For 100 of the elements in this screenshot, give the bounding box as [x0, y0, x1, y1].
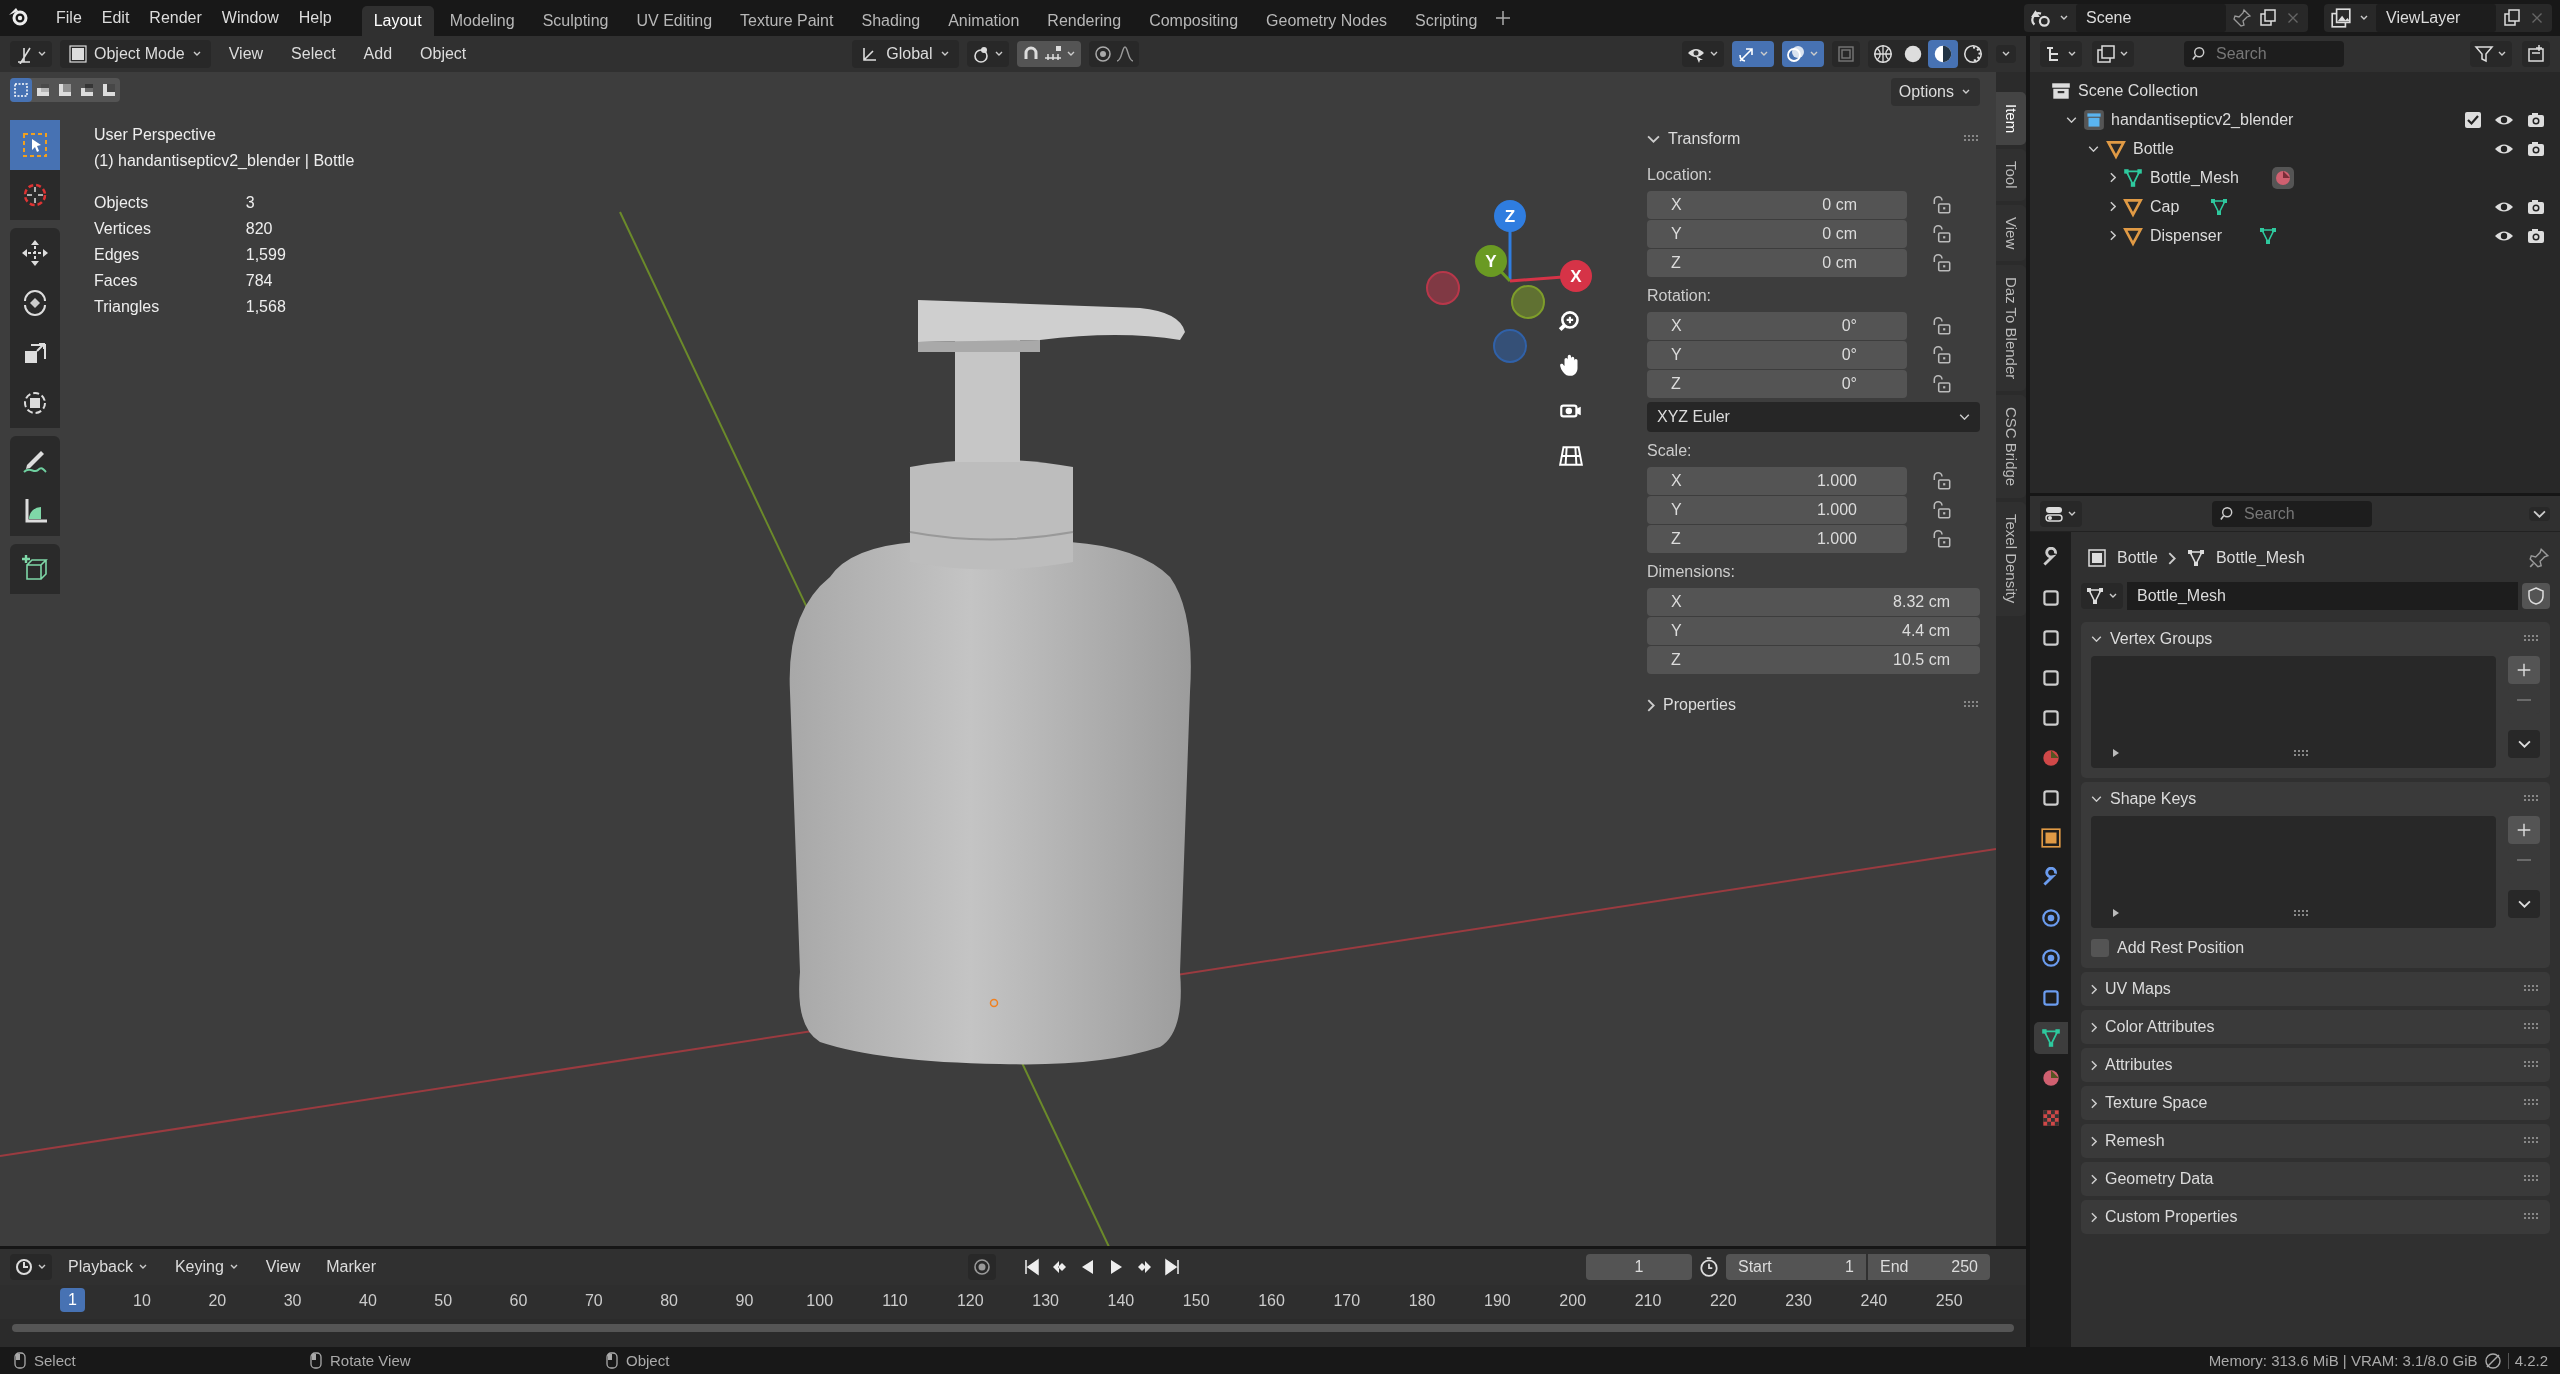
chevron-down-icon[interactable]	[2091, 636, 2102, 642]
playhead[interactable]: 1	[60, 1288, 85, 1312]
menu-item[interactable]: Window	[211, 5, 289, 31]
snap-button[interactable]	[1016, 41, 1081, 67]
tree-item-label[interactable]: handantisepticv2_blender	[2111, 110, 2294, 129]
sidebar-tab[interactable]: View	[1996, 204, 2026, 261]
rotation-mode-dropdown[interactable]: XYZ Euler	[1647, 402, 1980, 432]
axis-handle[interactable]	[1494, 200, 1526, 232]
editor-type-button[interactable]	[2040, 500, 2082, 527]
data-block-browser-button[interactable]	[2081, 583, 2123, 609]
current-frame-field[interactable]: 1	[1586, 1254, 1692, 1280]
jump-end-icon[interactable]	[1162, 1257, 1182, 1277]
pivot-button[interactable]	[966, 41, 1009, 67]
axis-handle[interactable]	[1511, 285, 1545, 319]
panel-title[interactable]: Custom Properties	[2105, 1208, 2238, 1226]
number-field[interactable]: Z 0°	[1647, 369, 1907, 398]
tool-button[interactable]	[10, 486, 60, 536]
chevron-right-icon[interactable]	[2110, 230, 2116, 241]
tree-item-label[interactable]: Bottle	[2133, 139, 2174, 158]
chevron-right-icon[interactable]	[2091, 983, 2097, 995]
filter-button[interactable]	[2470, 41, 2512, 67]
search-field[interactable]: Search	[2212, 500, 2372, 527]
menu-item[interactable]: Add	[353, 41, 403, 67]
number-field[interactable]: X 0°	[1647, 311, 1907, 340]
panel-title[interactable]: Attributes	[2105, 1056, 2173, 1074]
axis-handle[interactable]	[1560, 260, 1592, 292]
record-button[interactable]	[968, 1254, 996, 1280]
editor-type-button[interactable]	[2040, 41, 2082, 67]
mode-dropdown[interactable]: Object Mode	[60, 40, 211, 68]
pin-icon[interactable]	[2528, 547, 2550, 569]
number-field[interactable]: Z 1.000	[1647, 524, 1907, 553]
axis-handle[interactable]	[1493, 329, 1527, 363]
workspace-tab[interactable]: Animation	[936, 6, 1032, 36]
display-mode-button[interactable]	[2092, 41, 2134, 67]
chevron-right-icon[interactable]	[2091, 1173, 2097, 1185]
scene-name-field[interactable]: Scene	[2076, 4, 2226, 32]
menu-item[interactable]: View	[218, 41, 274, 67]
chevron-right-icon[interactable]	[2110, 172, 2116, 183]
overlay-toggle-button[interactable]	[1782, 41, 1824, 67]
tree-item-label[interactable]: Bottle_Mesh	[2150, 168, 2239, 187]
workspace-tab[interactable]: Geometry Nodes	[1254, 6, 1400, 36]
copy-icon[interactable]	[2258, 8, 2278, 28]
view-layer-selector[interactable]: ViewLayer	[2324, 4, 2552, 32]
menu-item[interactable]: Select	[281, 41, 346, 67]
checkbox-icon[interactable]	[2464, 110, 2482, 129]
sidebar-tab[interactable]: Item	[1996, 92, 2026, 146]
menu-item[interactable]: Marker	[316, 1254, 386, 1280]
menu-item[interactable]: Keying	[164, 1254, 250, 1280]
sidebar-tab[interactable]: Tool	[1996, 149, 2026, 201]
panel-title[interactable]: Geometry Data	[2105, 1170, 2214, 1188]
workspace-tab[interactable]: Modeling	[437, 6, 527, 36]
orientation-dropdown[interactable]: Global	[852, 40, 959, 68]
chevron-right-icon[interactable]	[2091, 1059, 2097, 1071]
workspace-tab[interactable]: Sculpting	[530, 6, 621, 36]
start-frame-field[interactable]: Start 1	[1726, 1254, 1866, 1280]
stopwatch-icon[interactable]	[1698, 1256, 1720, 1278]
panel-title[interactable]: Transform	[1668, 130, 1741, 148]
checkbox[interactable]	[2091, 939, 2109, 957]
visibility-button[interactable]	[1682, 41, 1724, 67]
menu-item[interactable]: Render	[139, 5, 212, 31]
new-collection-button[interactable]	[2522, 41, 2550, 67]
chevron-right-icon[interactable]	[2091, 1097, 2097, 1109]
number-field[interactable]: X 1.000	[1647, 466, 1907, 495]
scene-selector[interactable]: Scene	[2024, 4, 2308, 32]
options-dropdown[interactable]: Options	[1890, 78, 1980, 106]
panel-title[interactable]: Texture Space	[2105, 1094, 2208, 1112]
menu-item[interactable]: Object	[410, 41, 477, 67]
workspace-tab[interactable]: Rendering	[1035, 6, 1134, 36]
tool-button[interactable]	[10, 228, 60, 278]
selection-mode-button[interactable]	[10, 78, 32, 102]
data-block-name-field[interactable]: Bottle_Mesh	[2127, 582, 2518, 610]
editor-type-button[interactable]	[10, 41, 52, 67]
scrollbar[interactable]	[12, 1324, 2014, 1332]
panel-title[interactable]: Shape Keys	[2110, 790, 2197, 808]
fake-user-button[interactable]	[2522, 583, 2550, 609]
tree-item-label[interactable]: Scene Collection	[2078, 81, 2199, 100]
workspace-tab[interactable]: UV Editing	[624, 6, 725, 36]
tool-button[interactable]	[10, 436, 60, 486]
grid-view-icon[interactable]	[1558, 443, 1584, 469]
number-field[interactable]: Y 4.4 cm	[1647, 616, 1980, 645]
sidebar-tab[interactable]: Daz To Blender	[1996, 264, 2026, 392]
sidebar-tab[interactable]: CSC Bridge	[1996, 395, 2026, 499]
copy-icon[interactable]	[2502, 8, 2522, 28]
panel-title[interactable]: Properties	[1663, 696, 1736, 714]
workspace-tab[interactable]: Layout	[361, 6, 434, 36]
shading-options-button[interactable]	[1996, 45, 2016, 63]
end-frame-field[interactable]: End 250	[1868, 1254, 1990, 1280]
jump-start-icon[interactable]	[1022, 1257, 1042, 1277]
add-button[interactable]	[2508, 656, 2540, 684]
sidebar-tab[interactable]: Texel Density	[1996, 502, 2026, 616]
panel-title[interactable]: Remesh	[2105, 1132, 2165, 1150]
axis-handle[interactable]	[1426, 271, 1460, 305]
menu-item[interactable]: Help	[288, 5, 342, 31]
menu-item[interactable]: Edit	[91, 5, 140, 31]
chevron-right-icon[interactable]	[2110, 201, 2116, 212]
panel-title[interactable]: UV Maps	[2105, 980, 2171, 998]
chevron-down-icon[interactable]	[2066, 116, 2077, 123]
workspace-tab[interactable]: Texture Paint	[728, 6, 846, 36]
chevron-right-icon[interactable]	[2091, 1135, 2097, 1147]
chevron-right-icon[interactable]	[2091, 1211, 2097, 1223]
